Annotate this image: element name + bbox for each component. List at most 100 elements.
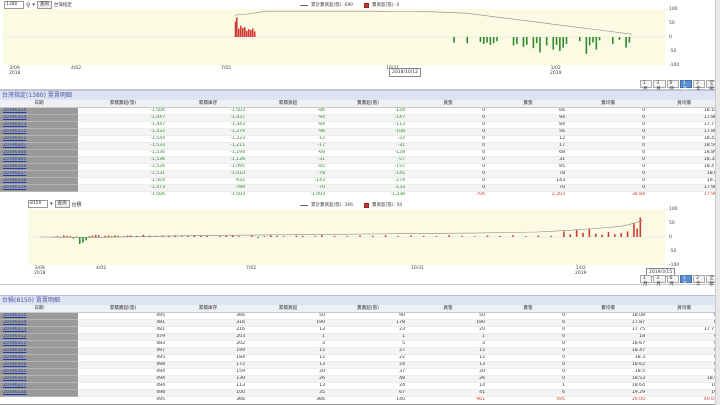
table-cell: -145 — [328, 170, 408, 178]
table-cell: 27 — [328, 347, 408, 355]
date-link[interactable]: 20190312 — [0, 128, 78, 136]
range-button[interactable]: 1年 — [679, 80, 693, 92]
table-row: 20190314 -1,447 -1,437 -94 -147 0 94 0 17.86 — [0, 114, 720, 122]
date-link[interactable]: 20190315 — [0, 312, 78, 320]
date-link[interactable]: 20190305 — [0, 368, 78, 376]
range-button[interactable]: 1月 — [640, 80, 653, 92]
date-link[interactable]: 20190129 — [0, 184, 78, 192]
column-header[interactable]: 賣均價 — [568, 305, 648, 313]
chart-bar — [537, 235, 540, 237]
table-cell: 0 — [408, 184, 488, 192]
column-header[interactable]: 賣賣超(張) — [328, 305, 408, 313]
table-row: 20190313 481 216 13 23 20 0 17.75 17.71 — [0, 326, 720, 334]
column-header[interactable]: 賣張 — [488, 100, 568, 108]
column-header[interactable]: 累積賣超(張) — [78, 100, 168, 108]
table-row: 20190227 -1,531 -1,010 -78 -145 0 78 0 18.6 — [0, 170, 720, 178]
column-header[interactable]: 日期 — [0, 305, 78, 313]
chart-bar — [618, 37, 621, 40]
chart-bar — [552, 37, 555, 50]
table-cell: 78 — [488, 170, 568, 178]
chart1-plot[interactable] — [3, 9, 665, 65]
table-cell: 0 — [488, 333, 568, 341]
date-link[interactable]: 20190305 — [0, 156, 78, 164]
column-header[interactable]: 買張 — [408, 305, 488, 313]
query-button[interactable]: 查詢 — [36, 1, 52, 9]
table-cell: 0 — [568, 149, 648, 157]
column-header[interactable]: 累積庫存 — [168, 305, 248, 313]
chart-bar — [595, 37, 598, 50]
chart-bar — [489, 37, 492, 45]
chart-bar — [482, 37, 485, 44]
chart-bar — [569, 234, 572, 237]
date-link[interactable]: 20190226 — [0, 389, 78, 397]
column-header[interactable]: 賣賣超(張) — [328, 100, 408, 108]
chart2-plot[interactable] — [28, 209, 665, 265]
column-header[interactable]: 買均價 — [648, 100, 720, 108]
table-cell: 0 — [568, 156, 648, 164]
column-header[interactable]: 累積庫存 — [168, 100, 248, 108]
page-scrollbar[interactable] — [715, 0, 720, 405]
date-link[interactable]: 20190308 — [0, 347, 78, 355]
date-link[interactable]: 20190311 — [0, 135, 78, 143]
table-cell: 31 — [488, 156, 568, 164]
code-select[interactable]: 1380 — [4, 1, 24, 9]
chart-bar — [448, 235, 451, 237]
table-cell: 190 — [248, 319, 328, 327]
range-button[interactable]: 3月 — [653, 80, 666, 92]
chevron-down-icon[interactable]: ▾ — [50, 201, 53, 207]
table-cell: -1,447 — [78, 121, 168, 129]
date-link[interactable]: 20190226 — [0, 177, 78, 185]
date-link[interactable]: 20190314 — [0, 319, 78, 327]
range-button[interactable]: 6月 — [666, 275, 679, 287]
code-select[interactable]: 8150 — [28, 200, 48, 208]
chart-bar — [578, 37, 581, 42]
column-header[interactable]: 賣均價 — [568, 100, 648, 108]
chart-bar — [466, 37, 468, 44]
column-header[interactable]: 累積買超 — [248, 100, 328, 108]
range-button[interactable]: 1年 — [679, 275, 693, 287]
date-link[interactable]: 20190314 — [0, 114, 78, 122]
range-button[interactable]: 3月 — [653, 275, 666, 287]
chart-panel-1: 1380 ⚲ ▾ 查詢 台灣指定 累計賣買超(張): 690 賣買超(張): 0… — [0, 0, 720, 92]
date-link[interactable]: 20190313 — [0, 326, 78, 334]
range-button[interactable]: 2年 — [693, 80, 706, 92]
date-link[interactable]: 20190227 — [0, 170, 78, 178]
column-header[interactable]: 買張 — [408, 100, 488, 108]
table-cell: 494 — [78, 368, 168, 376]
table-cell: 17.75 — [568, 326, 648, 334]
date-link[interactable]: 20190306 — [0, 149, 78, 157]
x-tick-label: 7/02 — [246, 266, 257, 271]
date-link[interactable]: 20190304 — [0, 375, 78, 383]
chart-bar — [321, 235, 323, 237]
date-link[interactable]: 20190313 — [0, 121, 78, 129]
table-cell: -128 — [328, 149, 408, 157]
chart-bar — [588, 228, 591, 237]
chart-bar — [245, 30, 248, 37]
date-link[interactable]: 20190307 — [0, 142, 78, 150]
chart-bar — [479, 37, 482, 43]
column-header[interactable]: 累積買超 — [248, 305, 328, 313]
range-button[interactable]: 2年 — [693, 275, 706, 287]
date-link[interactable]: 20190304 — [0, 163, 78, 171]
table-cell: 479 — [78, 333, 168, 341]
column-header[interactable]: 買均價 — [648, 305, 720, 313]
column-header[interactable]: 日期 — [0, 100, 78, 108]
column-header[interactable]: 賣張 — [488, 305, 568, 313]
date-link[interactable]: 20190307 — [0, 354, 78, 362]
chevron-down-icon[interactable]: ▾ — [32, 2, 35, 8]
date-link[interactable]: 20190306 — [0, 361, 78, 369]
date-link[interactable]: 20190312 — [0, 333, 78, 341]
date-link[interactable]: 20190227 — [0, 382, 78, 390]
date-link[interactable]: 20190311 — [0, 340, 78, 348]
search-icon[interactable]: ⚲ — [26, 2, 30, 9]
range-button[interactable]: 6月 — [666, 80, 679, 92]
chart-bar — [496, 37, 498, 42]
query-button[interactable]: 查詢 — [54, 200, 70, 208]
range-button[interactable]: 1月 — [640, 275, 653, 287]
table-cell: -78 — [248, 170, 328, 178]
column-header[interactable]: 累積賣超(張) — [78, 305, 168, 313]
x-tick-label: 3/09 2018 — [34, 266, 46, 276]
table-cell: 17.71 — [648, 326, 720, 334]
table-cell: -1,503 — [168, 107, 248, 115]
date-link[interactable]: 20190315 — [0, 107, 78, 115]
